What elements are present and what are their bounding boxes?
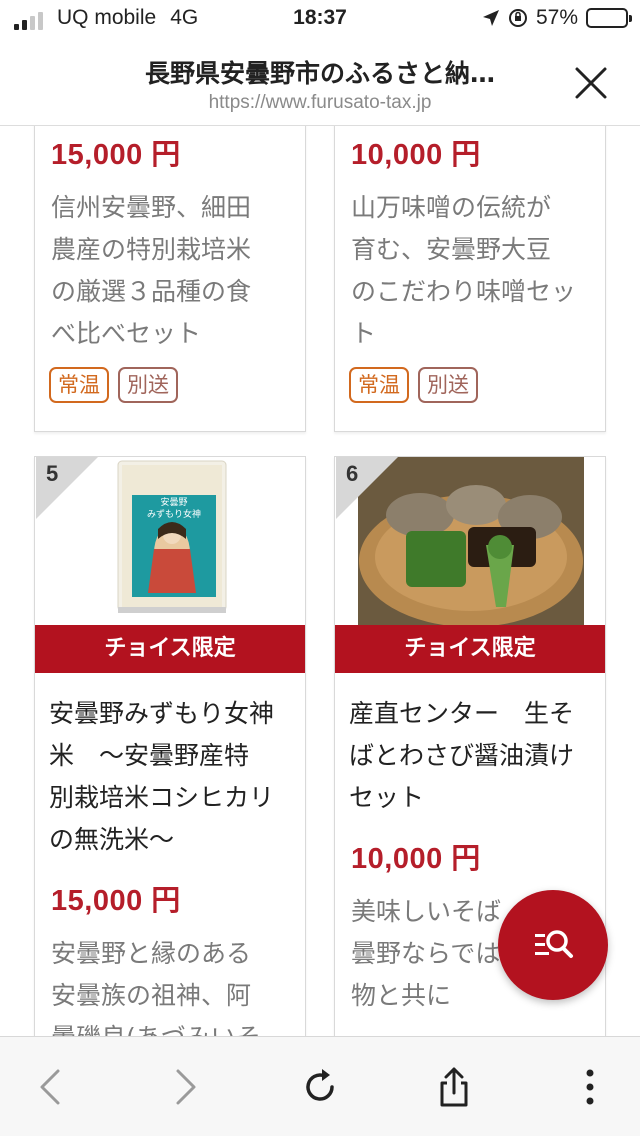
product-price: 10,000 円 bbox=[351, 139, 481, 171]
choice-limited-badge: チョイス限定 bbox=[35, 625, 305, 673]
tag-separate-shipping: 別送 bbox=[418, 367, 478, 403]
page-url[interactable]: https://www.furusato-tax.jp bbox=[100, 92, 540, 114]
status-bar: UQ mobile 4G 18:37 57% bbox=[0, 0, 640, 40]
product-price: 10,000 円 bbox=[351, 843, 481, 875]
browser-toolbar bbox=[0, 1036, 640, 1136]
location-arrow-icon bbox=[482, 10, 499, 26]
battery-icon bbox=[586, 8, 632, 28]
search-fab-button[interactable] bbox=[498, 890, 608, 1000]
product-image[interactable]: 安曇野 みずもり女神 5 bbox=[36, 457, 305, 625]
close-icon[interactable] bbox=[574, 66, 608, 100]
tag-separate-shipping: 別送 bbox=[118, 367, 178, 403]
share-icon[interactable] bbox=[432, 1065, 476, 1109]
page-title: 長野県安曇野市のふるさと納… bbox=[144, 59, 495, 88]
more-vertical-icon[interactable] bbox=[568, 1065, 612, 1109]
product-card[interactable]: 15,000 円 信州安曇野、細田 農産の特別栽培米 の厳選３品種の食 べ比べセ… bbox=[34, 126, 306, 432]
tag-room-temperature: 常温 bbox=[49, 367, 109, 403]
product-price: 15,000 円 bbox=[51, 885, 181, 917]
product-tags: 常温 別送 bbox=[49, 367, 178, 403]
product-description: 山万味噌の伝統が 育む、安曇野大豆 のこだわり味噌セッ ト bbox=[351, 193, 577, 348]
product-image[interactable]: 6 bbox=[336, 457, 605, 625]
chevron-left-icon[interactable] bbox=[30, 1065, 74, 1109]
browser-header: 長野県安曇野市のふるさと納… https://www.furusato-tax.… bbox=[0, 40, 640, 126]
battery-percent: 57% bbox=[535, 6, 578, 29]
package-name: みずもり女神 bbox=[147, 508, 201, 520]
product-price: 15,000 円 bbox=[51, 139, 181, 171]
orientation-lock-icon bbox=[508, 9, 527, 27]
product-name: 産直センター 生そ ばとわさび醤油漬け セット bbox=[349, 699, 575, 812]
product-card[interactable]: 安曇野 みずもり女神 5 チョイス限定 安曇野みずもり女神 米 ～安曇野産特 別… bbox=[34, 456, 306, 1036]
chevron-right-icon[interactable] bbox=[162, 1065, 206, 1109]
status-right: 57% bbox=[482, 6, 632, 30]
choice-limited-badge: チョイス限定 bbox=[335, 625, 605, 673]
rank-number: 5 bbox=[46, 461, 59, 486]
product-description: 安曇野と縁のある 安曇族の祖神、阿 曇磯良(あづみいそ bbox=[51, 939, 261, 1036]
reload-icon[interactable] bbox=[298, 1065, 342, 1109]
product-description: 信州安曇野、細田 農産の特別栽培米 の厳選３品種の食 べ比べセット bbox=[51, 193, 252, 348]
tag-room-temperature: 常温 bbox=[349, 367, 409, 403]
product-tags: 常温 別送 bbox=[349, 367, 478, 403]
rank-number: 6 bbox=[346, 461, 359, 486]
product-card[interactable]: 10,000 円 山万味噌の伝統が 育む、安曇野大豆 のこだわり味噌セッ ト 常… bbox=[334, 126, 606, 432]
package-brand: 安曇野 bbox=[160, 496, 187, 508]
product-name: 安曇野みずもり女神 米 ～安曇野産特 別栽培米コシヒカリ の無洗米～ bbox=[49, 699, 275, 854]
search-list-icon bbox=[535, 930, 573, 958]
